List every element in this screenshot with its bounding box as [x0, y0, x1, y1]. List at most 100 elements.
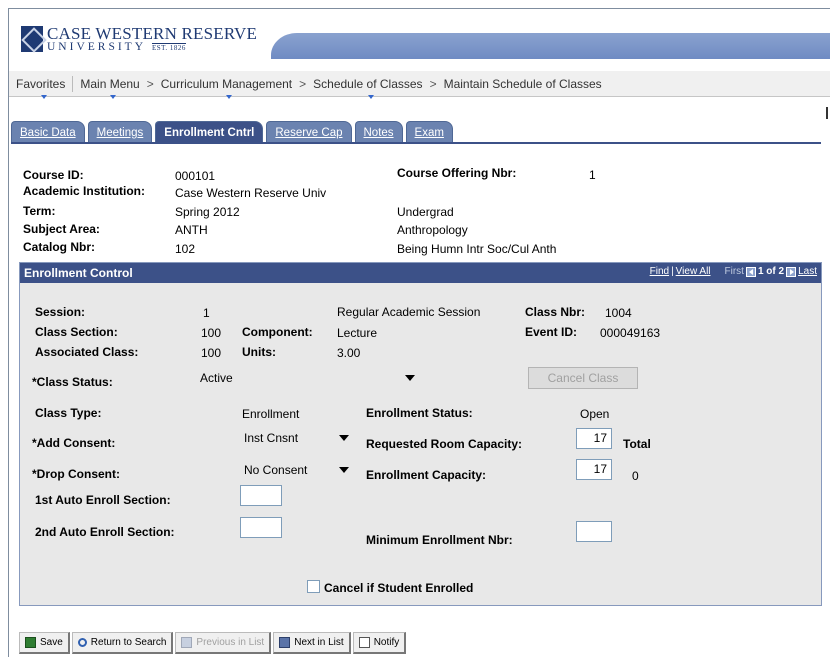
course-id-value: 000101	[175, 169, 216, 183]
component-label: Component:	[242, 325, 313, 339]
header-swoosh	[271, 33, 830, 59]
room-capacity-total: Total	[623, 437, 651, 451]
save-icon	[25, 637, 36, 648]
notify-icon	[358, 637, 370, 648]
auto1-input[interactable]	[240, 485, 282, 506]
drop-consent-select[interactable]: No Consent	[240, 460, 352, 480]
cancel-if-enrolled-checkbox[interactable]	[307, 580, 320, 593]
breadcrumb-maintain[interactable]: Maintain Schedule of Classes	[441, 77, 605, 91]
institution-value: Case Western Reserve Univ	[175, 186, 327, 200]
enrollment-capacity-input[interactable]: 17	[576, 459, 612, 480]
institution-label: Academic Institution:	[23, 184, 146, 198]
main-menu[interactable]: Main Menu	[77, 77, 142, 99]
enrollment-status-value: Open	[580, 407, 610, 421]
tab-reserve-cap[interactable]: Reserve Cap	[266, 121, 352, 143]
save-button[interactable]: Save	[19, 632, 70, 654]
add-consent-label: *Add Consent:	[32, 436, 116, 450]
enrollment-capacity-label: Enrollment Capacity:	[366, 468, 487, 482]
tab-basic-data[interactable]: Basic Data	[11, 121, 85, 143]
logo-est: EST. 1826	[152, 42, 186, 52]
chevron-down-icon	[110, 94, 117, 99]
session-value: 1	[203, 306, 210, 320]
find-link[interactable]: Find	[650, 266, 669, 277]
subject-desc: Anthropology	[397, 223, 468, 237]
class-status-select[interactable]: Active	[196, 368, 418, 388]
next-list-icon	[279, 637, 291, 648]
next-in-list-button[interactable]: Next in List	[273, 632, 351, 654]
tab-notes[interactable]: Notes	[354, 121, 403, 143]
section-label: Class Section:	[35, 325, 118, 339]
last-link[interactable]: Last	[798, 266, 817, 277]
dropdown-arrow-icon	[339, 467, 349, 473]
offering-label: Course Offering Nbr:	[397, 166, 517, 180]
tab-exam[interactable]: Exam	[405, 121, 453, 143]
breadcrumb-curriculum[interactable]: Curriculum Management	[158, 77, 295, 99]
logo-line1: CASE WESTERN RESERVE	[47, 23, 258, 43]
previous-icon[interactable]	[745, 266, 756, 277]
assoc-label: Associated Class:	[35, 345, 139, 359]
term-label: Term:	[23, 204, 56, 218]
subject-value: ANTH	[175, 223, 208, 237]
breadcrumb: Favorites Main Menu > Curriculum Managem…	[9, 71, 830, 99]
header: CASE WESTERN RESERVE UNIVERSITY EST. 182…	[9, 9, 830, 67]
breadcrumb-schedule[interactable]: Schedule of Classes	[310, 77, 425, 99]
group-nav: Find | View All First 1 of 2 Last	[649, 266, 817, 277]
catalog-label: Catalog Nbr:	[23, 240, 95, 254]
cancel-if-enrolled-label: Cancel if Student Enrolled	[324, 581, 474, 595]
event-label: Event ID:	[525, 325, 578, 339]
min-enrollment-input[interactable]	[576, 521, 612, 542]
dropdown-arrow-icon	[339, 435, 349, 441]
offering-value: 1	[589, 168, 596, 182]
logo-line2: UNIVERSITY	[47, 40, 146, 53]
session-label: Session:	[35, 305, 86, 319]
term-value: Spring 2012	[175, 205, 240, 219]
units-label: Units:	[242, 345, 276, 359]
group-header: Enrollment Control Find | View All First…	[20, 263, 821, 283]
min-enrollment-label: Minimum Enrollment Nbr:	[366, 533, 513, 547]
auto1-label: 1st Auto Enroll Section:	[35, 493, 171, 507]
auto2-label: 2nd Auto Enroll Section:	[35, 525, 175, 539]
chevron-down-icon	[226, 94, 233, 99]
class-type-value: Enrollment	[242, 407, 300, 421]
enrollment-status-label: Enrollment Status:	[366, 406, 473, 420]
group-title: Enrollment Control	[24, 266, 133, 280]
enrollment-control-group: Enrollment Control Find | View All First…	[19, 262, 822, 606]
page-tabs: Basic Data Meetings Enrollment Cntrl Res…	[11, 121, 456, 143]
enrollment-total: 0	[632, 469, 639, 483]
drop-consent-label: *Drop Consent:	[32, 467, 120, 481]
notify-button[interactable]: Notify	[352, 632, 407, 654]
view-all-link[interactable]: View All	[676, 266, 711, 277]
university-logo: CASE WESTERN RESERVE UNIVERSITY EST. 182…	[21, 24, 257, 54]
class-status-label: *Class Status:	[32, 375, 113, 389]
career-value: Undergrad	[397, 205, 454, 219]
catalog-value: 102	[175, 242, 196, 256]
search-icon	[77, 638, 87, 647]
previous-list-icon	[181, 637, 193, 648]
room-capacity-input[interactable]: 17	[576, 428, 612, 449]
chevron-down-icon	[40, 94, 47, 99]
cancel-class-button[interactable]: Cancel Class	[528, 367, 638, 389]
component-value: Lecture	[337, 326, 378, 340]
class-type-label: Class Type:	[35, 406, 102, 420]
return-to-search-button[interactable]: Return to Search	[71, 632, 174, 654]
course-id-label: Course ID:	[23, 168, 84, 182]
session-desc: Regular Academic Session	[337, 305, 481, 319]
section-value: 100	[201, 326, 222, 340]
tab-enrollment-cntrl[interactable]: Enrollment Cntrl	[155, 121, 264, 143]
first-label: First	[724, 266, 744, 277]
units-value: 3.00	[337, 346, 361, 360]
tab-meetings[interactable]: Meetings	[87, 121, 153, 143]
class-nbr-label: Class Nbr:	[525, 305, 586, 319]
subject-label: Subject Area:	[23, 222, 100, 236]
side-marker	[826, 107, 828, 119]
auto2-input[interactable]	[240, 517, 282, 538]
room-capacity-label: Requested Room Capacity:	[366, 437, 523, 451]
favorites-menu[interactable]: Favorites	[13, 77, 68, 99]
dropdown-arrow-icon	[405, 375, 415, 381]
pager-text: 1 of 2	[757, 266, 785, 277]
bottom-toolbar: Save Return to Search Previous in List N…	[19, 632, 408, 654]
next-icon[interactable]	[786, 266, 797, 277]
previous-in-list-button[interactable]: Previous in List	[175, 632, 272, 654]
add-consent-select[interactable]: Inst Cnsnt	[240, 428, 352, 448]
event-value: 000049163	[600, 326, 661, 340]
